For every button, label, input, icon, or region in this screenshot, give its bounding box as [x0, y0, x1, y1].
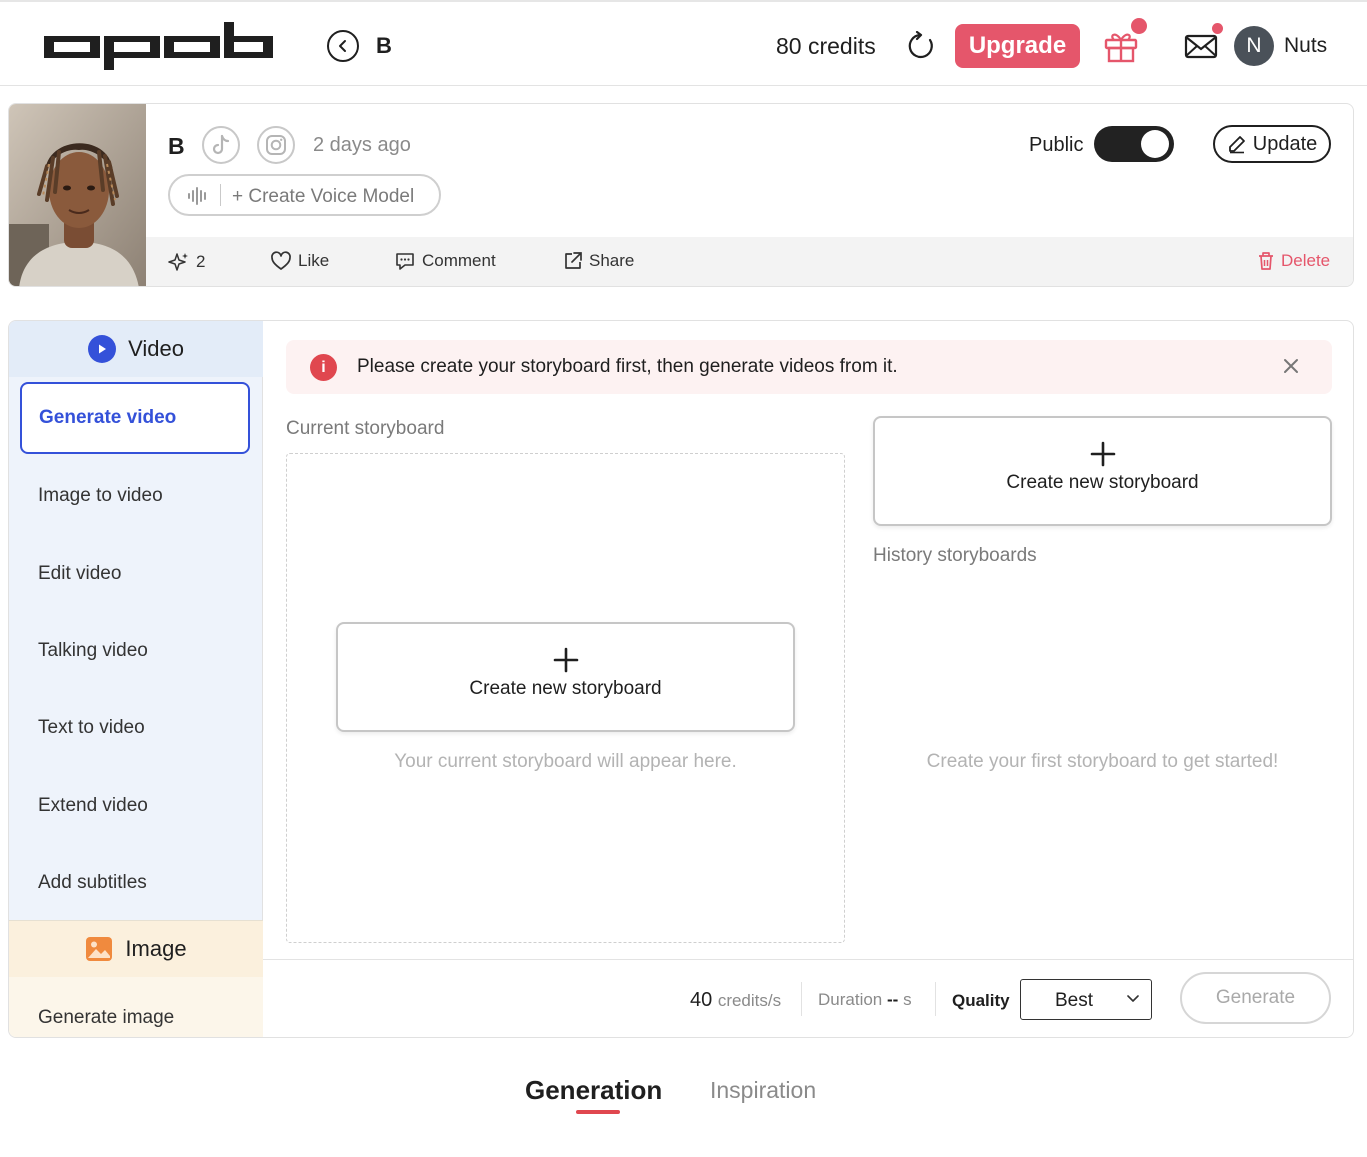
profile-action-bar: 2 Like Comment Share Delete: [146, 237, 1353, 286]
create-voice-model-label: + Create Voice Model: [232, 186, 415, 207]
share-button[interactable]: Share: [563, 251, 634, 271]
create-voice-model-button[interactable]: + Create Voice Model: [168, 174, 441, 216]
back-button[interactable]: [327, 30, 359, 62]
trash-icon: [1259, 252, 1273, 270]
page-title: B: [376, 33, 392, 58]
current-storyboard-hint: Your current storyboard will appear here…: [394, 751, 737, 772]
chevron-down-icon: [1127, 995, 1139, 1002]
alert-banner: i Please create your storyboard first, t…: [286, 340, 1332, 394]
generation-panel: Video Generate video Image to video Edit…: [8, 320, 1354, 1038]
public-toggle[interactable]: [1094, 126, 1174, 162]
avatar[interactable]: N: [1234, 26, 1274, 66]
mail-notification-dot: [1212, 23, 1223, 34]
quality-value: Best: [1055, 990, 1094, 1011]
comment-label: Comment: [422, 251, 496, 270]
public-label: Public: [1029, 134, 1084, 156]
sidebar: Video Generate video Image to video Edit…: [9, 321, 263, 1037]
image-section-header: Image: [9, 921, 263, 977]
gift-notification-dot: [1131, 18, 1147, 34]
upgrade-button[interactable]: Upgrade: [955, 24, 1080, 68]
delete-label: Delete: [1281, 251, 1331, 270]
like-button[interactable]: Like: [270, 251, 329, 271]
quality-select[interactable]: Best: [1020, 979, 1152, 1020]
share-label: Share: [589, 251, 635, 270]
duration-display: Duration -- s: [818, 990, 912, 1010]
create-storyboard-button-history[interactable]: Create new storyboard: [873, 416, 1332, 526]
share-icon: [565, 252, 582, 269]
sparkle-count: 2: [196, 252, 206, 271]
current-storyboard-label: Current storyboard: [286, 418, 445, 439]
create-storyboard-label: Create new storyboard: [1006, 472, 1199, 493]
credits-rate: 40 credits/s: [690, 989, 781, 1012]
profile-timestamp: 2 days ago: [313, 134, 411, 156]
divider: [220, 184, 221, 206]
comment-button[interactable]: Comment: [394, 251, 496, 271]
alert-message: Please create your storyboard first, the…: [357, 356, 898, 377]
username[interactable]: Nuts: [1284, 34, 1327, 58]
quality-label: Quality: [952, 991, 1010, 1010]
sidebar-item-edit-video[interactable]: Edit video: [9, 563, 263, 585]
video-play-icon: [88, 335, 117, 363]
divider: [935, 982, 936, 1016]
duration-value: --: [887, 990, 899, 1009]
credits-rate-value: 40: [690, 989, 713, 1011]
duration-unit: s: [903, 990, 912, 1009]
sidebar-item-talking-video[interactable]: Talking video: [9, 640, 263, 662]
tiktok-icon: [212, 134, 230, 155]
top-bar: B 80 credits Upgrade N Nuts: [0, 0, 1367, 86]
video-section-title: Video: [128, 336, 184, 361]
sidebar-item-generate-image[interactable]: Generate image: [9, 1007, 263, 1029]
info-icon: i: [310, 354, 337, 381]
close-icon[interactable]: [1280, 355, 1302, 377]
sparkle-button[interactable]: 2: [168, 251, 205, 273]
sidebar-item-generate-video[interactable]: Generate video: [20, 382, 250, 454]
update-button[interactable]: Update: [1213, 125, 1331, 163]
duration-label: Duration: [818, 990, 883, 1009]
profile-portrait: [9, 104, 146, 286]
image-section-title: Image: [125, 936, 187, 961]
sidebar-item-image-to-video[interactable]: Image to video: [9, 485, 263, 507]
generation-controls-bar: 40 credits/s Duration -- s Quality Best …: [263, 959, 1353, 1037]
sidebar-item-add-subtitles[interactable]: Add subtitles: [9, 872, 263, 894]
history-storyboards-label: History storyboards: [873, 545, 1037, 566]
update-label: Update: [1252, 132, 1318, 155]
tab-generation[interactable]: Generation: [525, 1075, 662, 1106]
divider: [801, 982, 802, 1016]
video-section-header: Video: [9, 321, 263, 377]
profile-name: B: [168, 133, 185, 159]
credits-rate-unit: credits/s: [717, 991, 782, 1010]
sparkle-icon: [168, 253, 188, 271]
instagram-icon: [266, 135, 286, 155]
generate-button[interactable]: Generate: [1180, 972, 1331, 1024]
sidebar-item-extend-video[interactable]: Extend video: [9, 795, 263, 817]
plus-icon: [553, 647, 578, 673]
history-storyboards-hint: Create your first storyboard to get star…: [926, 751, 1279, 772]
active-tab-indicator: [576, 1110, 620, 1114]
comment-icon: [396, 253, 414, 270]
chevron-left-icon: [339, 40, 346, 52]
profile-card: B 2 days ago + Create Voice Model Public…: [8, 103, 1354, 287]
opob-logo[interactable]: [42, 20, 274, 72]
like-label: Like: [298, 251, 330, 270]
instagram-button[interactable]: [257, 126, 295, 164]
sidebar-item-text-to-video[interactable]: Text to video: [9, 717, 263, 739]
toggle-knob: [1141, 130, 1169, 158]
create-storyboard-button-current[interactable]: Create new storyboard: [336, 622, 795, 732]
create-storyboard-label: Create new storyboard: [469, 678, 662, 699]
refresh-icon[interactable]: [906, 31, 936, 61]
image-icon: [86, 937, 113, 961]
waveform-icon: [188, 187, 206, 205]
mail-icon[interactable]: [1184, 32, 1218, 60]
tab-inspiration[interactable]: Inspiration: [710, 1077, 816, 1104]
heart-icon: [271, 251, 291, 270]
delete-button[interactable]: Delete: [1257, 251, 1330, 271]
plus-icon: [1090, 441, 1115, 467]
credits-balance: 80 credits: [776, 33, 876, 59]
tiktok-button[interactable]: [202, 126, 240, 164]
pencil-icon: [1228, 136, 1245, 154]
image-section: Image Generate image: [9, 920, 263, 1037]
